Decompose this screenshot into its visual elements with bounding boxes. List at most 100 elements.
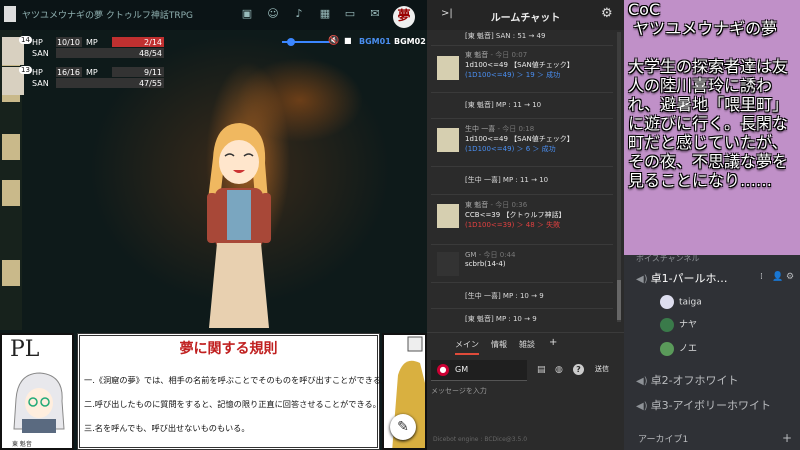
help-icon[interactable]: ? (573, 364, 584, 375)
edit-button[interactable]: ✎ (390, 414, 416, 440)
message-time: 今日 0:44 (483, 251, 516, 259)
story-overlay: CoC ヤツユメウナギの夢 大学生の探索者達は友人の陸川喜玲に誘われ、避暑地「喂… (624, 0, 800, 255)
hp-value: 10/10 (56, 37, 82, 47)
divider (431, 166, 613, 167)
san-label: SAN (32, 79, 49, 88)
character-status-panel[interactable]: 13 HP 16/16 MP 9/11 SAN 47/55 (2, 66, 164, 95)
message-avatar (437, 128, 459, 152)
divider (431, 92, 613, 93)
voice-channel-list: ボイスチャンネル ◀) 卓1-パールホ… ⁞ 👤 ⚙ taiga ナヤ ノエ ◀)… (624, 254, 800, 450)
hp-label: HP (32, 38, 43, 47)
tab-main[interactable]: メイン (455, 339, 479, 355)
message-author: 東 魁音 (465, 51, 489, 59)
message-avatar (437, 252, 459, 276)
invite-icon[interactable]: 👤 (772, 272, 783, 282)
table-icon[interactable]: ▦ (318, 7, 332, 21)
player-name: 東 魁音 (12, 441, 32, 448)
chat-scrollbar[interactable] (617, 32, 621, 322)
divider (431, 118, 613, 119)
dice-icon[interactable]: ◍ (555, 365, 563, 375)
token-tile[interactable] (2, 134, 20, 160)
character-status-panel[interactable]: 14 HP 10/10 MP 2/14 SAN 48/54 (2, 36, 164, 65)
divider (431, 194, 613, 195)
message-avatar (437, 56, 459, 80)
add-channel-icon[interactable]: + (782, 431, 792, 445)
connection-icon[interactable]: ⁞ (760, 272, 763, 282)
hp-value: 16/16 (56, 67, 82, 77)
screen-icon[interactable]: ▭ (343, 7, 357, 21)
chat-message: 東 魁音 - 今日 0:07 1d100<=49 【SAN値チェック】 (1D1… (431, 50, 619, 80)
voice-member[interactable]: ノエ (660, 341, 697, 356)
character-name-select[interactable]: ● GM (431, 360, 527, 381)
category-label: ボイスチャンネル (636, 254, 700, 263)
room-settings-avatar[interactable]: 夢 (393, 6, 415, 28)
music-icon[interactable]: ♪ (292, 7, 306, 21)
speaker-icon: ◀) (636, 274, 648, 285)
bgm-controls: 🔇 ■ BGM01 BGM02 (276, 34, 426, 50)
voice-channel-2[interactable]: ◀) 卓2-オフホワイト (636, 372, 739, 388)
chat-log-line: [東 魁音] SAN : 51 → 49 (465, 32, 546, 40)
member-avatar (660, 317, 674, 332)
palette-icon[interactable]: ▤ (537, 365, 546, 375)
voice-member[interactable]: taiga (660, 295, 702, 309)
rules-title: 夢に関する規則 (179, 341, 278, 357)
bgm-track-1[interactable]: BGM01 (359, 37, 391, 46)
member-name: ナヤ (679, 320, 698, 330)
chat-log-line: [生中 一喜] MP : 11 → 10 (465, 176, 549, 184)
tab-info[interactable]: 情報 (491, 339, 507, 350)
tab-chat[interactable]: 雑談 (519, 339, 535, 350)
message-result: (1D100<=39) ＞ 48 ＞ 失敗 (465, 221, 561, 229)
token-tile[interactable] (2, 180, 20, 206)
divider (431, 45, 613, 46)
gm-avatar-icon: ● (437, 364, 449, 376)
player-card[interactable]: PL 東 魁音 (0, 333, 74, 450)
divider (431, 282, 613, 283)
mp-label: MP (86, 68, 98, 77)
face-icon[interactable]: ☺ (266, 7, 280, 21)
chat-title: ルームチャット (490, 13, 561, 24)
gear-icon[interactable]: ⚙ (601, 6, 613, 21)
message-author: 生中 一喜 (465, 125, 496, 133)
voice-channel-3[interactable]: ◀) 卓3-アイボリーホワイト (636, 397, 771, 413)
player-portrait (13, 372, 65, 433)
stop-icon[interactable]: ■ (344, 36, 352, 45)
chat-message: 東 魁音 - 今日 0:36 CCB<=39 【クトゥルフ神話】 (1D100<… (431, 200, 619, 230)
divider (431, 308, 613, 309)
member-name: ノエ (679, 344, 698, 354)
character-standing-image[interactable] (195, 118, 280, 333)
channel-name: 卓1-パールホ… (650, 272, 728, 285)
token-tile[interactable] (2, 260, 20, 286)
hp-label: HP (32, 68, 43, 77)
san-value: 48/54 (56, 48, 164, 58)
room-icon (4, 6, 16, 22)
voice-member[interactable]: ナヤ (660, 317, 697, 332)
image-icon[interactable]: ▣ (240, 7, 254, 21)
rule-line: 一.《洞窟の夢》では、相手の名前を呼ぶことでそのものを呼び出すことができる。 (84, 375, 390, 385)
channel-name: 卓3-アイボリーホワイト (650, 399, 772, 412)
message-time: 今日 0:07 (495, 51, 528, 59)
archive-category[interactable]: アーカイブ1 (638, 432, 688, 445)
volume-slider-knob[interactable] (286, 38, 295, 46)
send-button[interactable]: 送信 (595, 364, 609, 374)
player-label: PL (10, 337, 40, 362)
note-icon[interactable]: ✉ (368, 7, 382, 21)
san-value: 47/55 (56, 78, 164, 88)
message-input[interactable]: メッセージを入力 (431, 386, 619, 426)
chat-log-line: [東 魁音] MP : 10 → 9 (465, 315, 537, 323)
bgm-track-2[interactable]: BGM02 (394, 37, 426, 46)
message-author: GM (465, 251, 477, 259)
rule-line: 二.呼び出したものに質問をすると、記憶の限り正直に回答させることができる。 (84, 399, 381, 409)
rules-panel: 夢に関する規則 一.《洞窟の夢》では、相手の名前を呼ぶことでそのものを呼び出すこ… (77, 333, 390, 450)
mp-value: 9/11 (112, 67, 164, 77)
chat-scrollbar-thumb[interactable] (617, 280, 621, 320)
divider (431, 244, 613, 245)
game-board[interactable]: ヤツユメウナギの夢 クトゥルフ神話TRPG ▣ ☺ ♪ ▦ ▭ ✉ 夢 14 H… (0, 0, 427, 450)
san-label: SAN (32, 49, 49, 58)
member-avatar (660, 295, 674, 309)
add-tab-button[interactable]: + (549, 337, 557, 348)
mute-icon[interactable]: 🔇 (328, 36, 339, 46)
chat-log-line: [生中 一喜] MP : 10 → 9 (465, 292, 544, 300)
chat-message: GM - 今日 0:44 scbrb(14-4) (431, 250, 619, 276)
channel-settings-icon[interactable]: ⚙ (786, 272, 794, 282)
voice-channel-1[interactable]: ◀) 卓1-パールホ… (636, 270, 728, 286)
